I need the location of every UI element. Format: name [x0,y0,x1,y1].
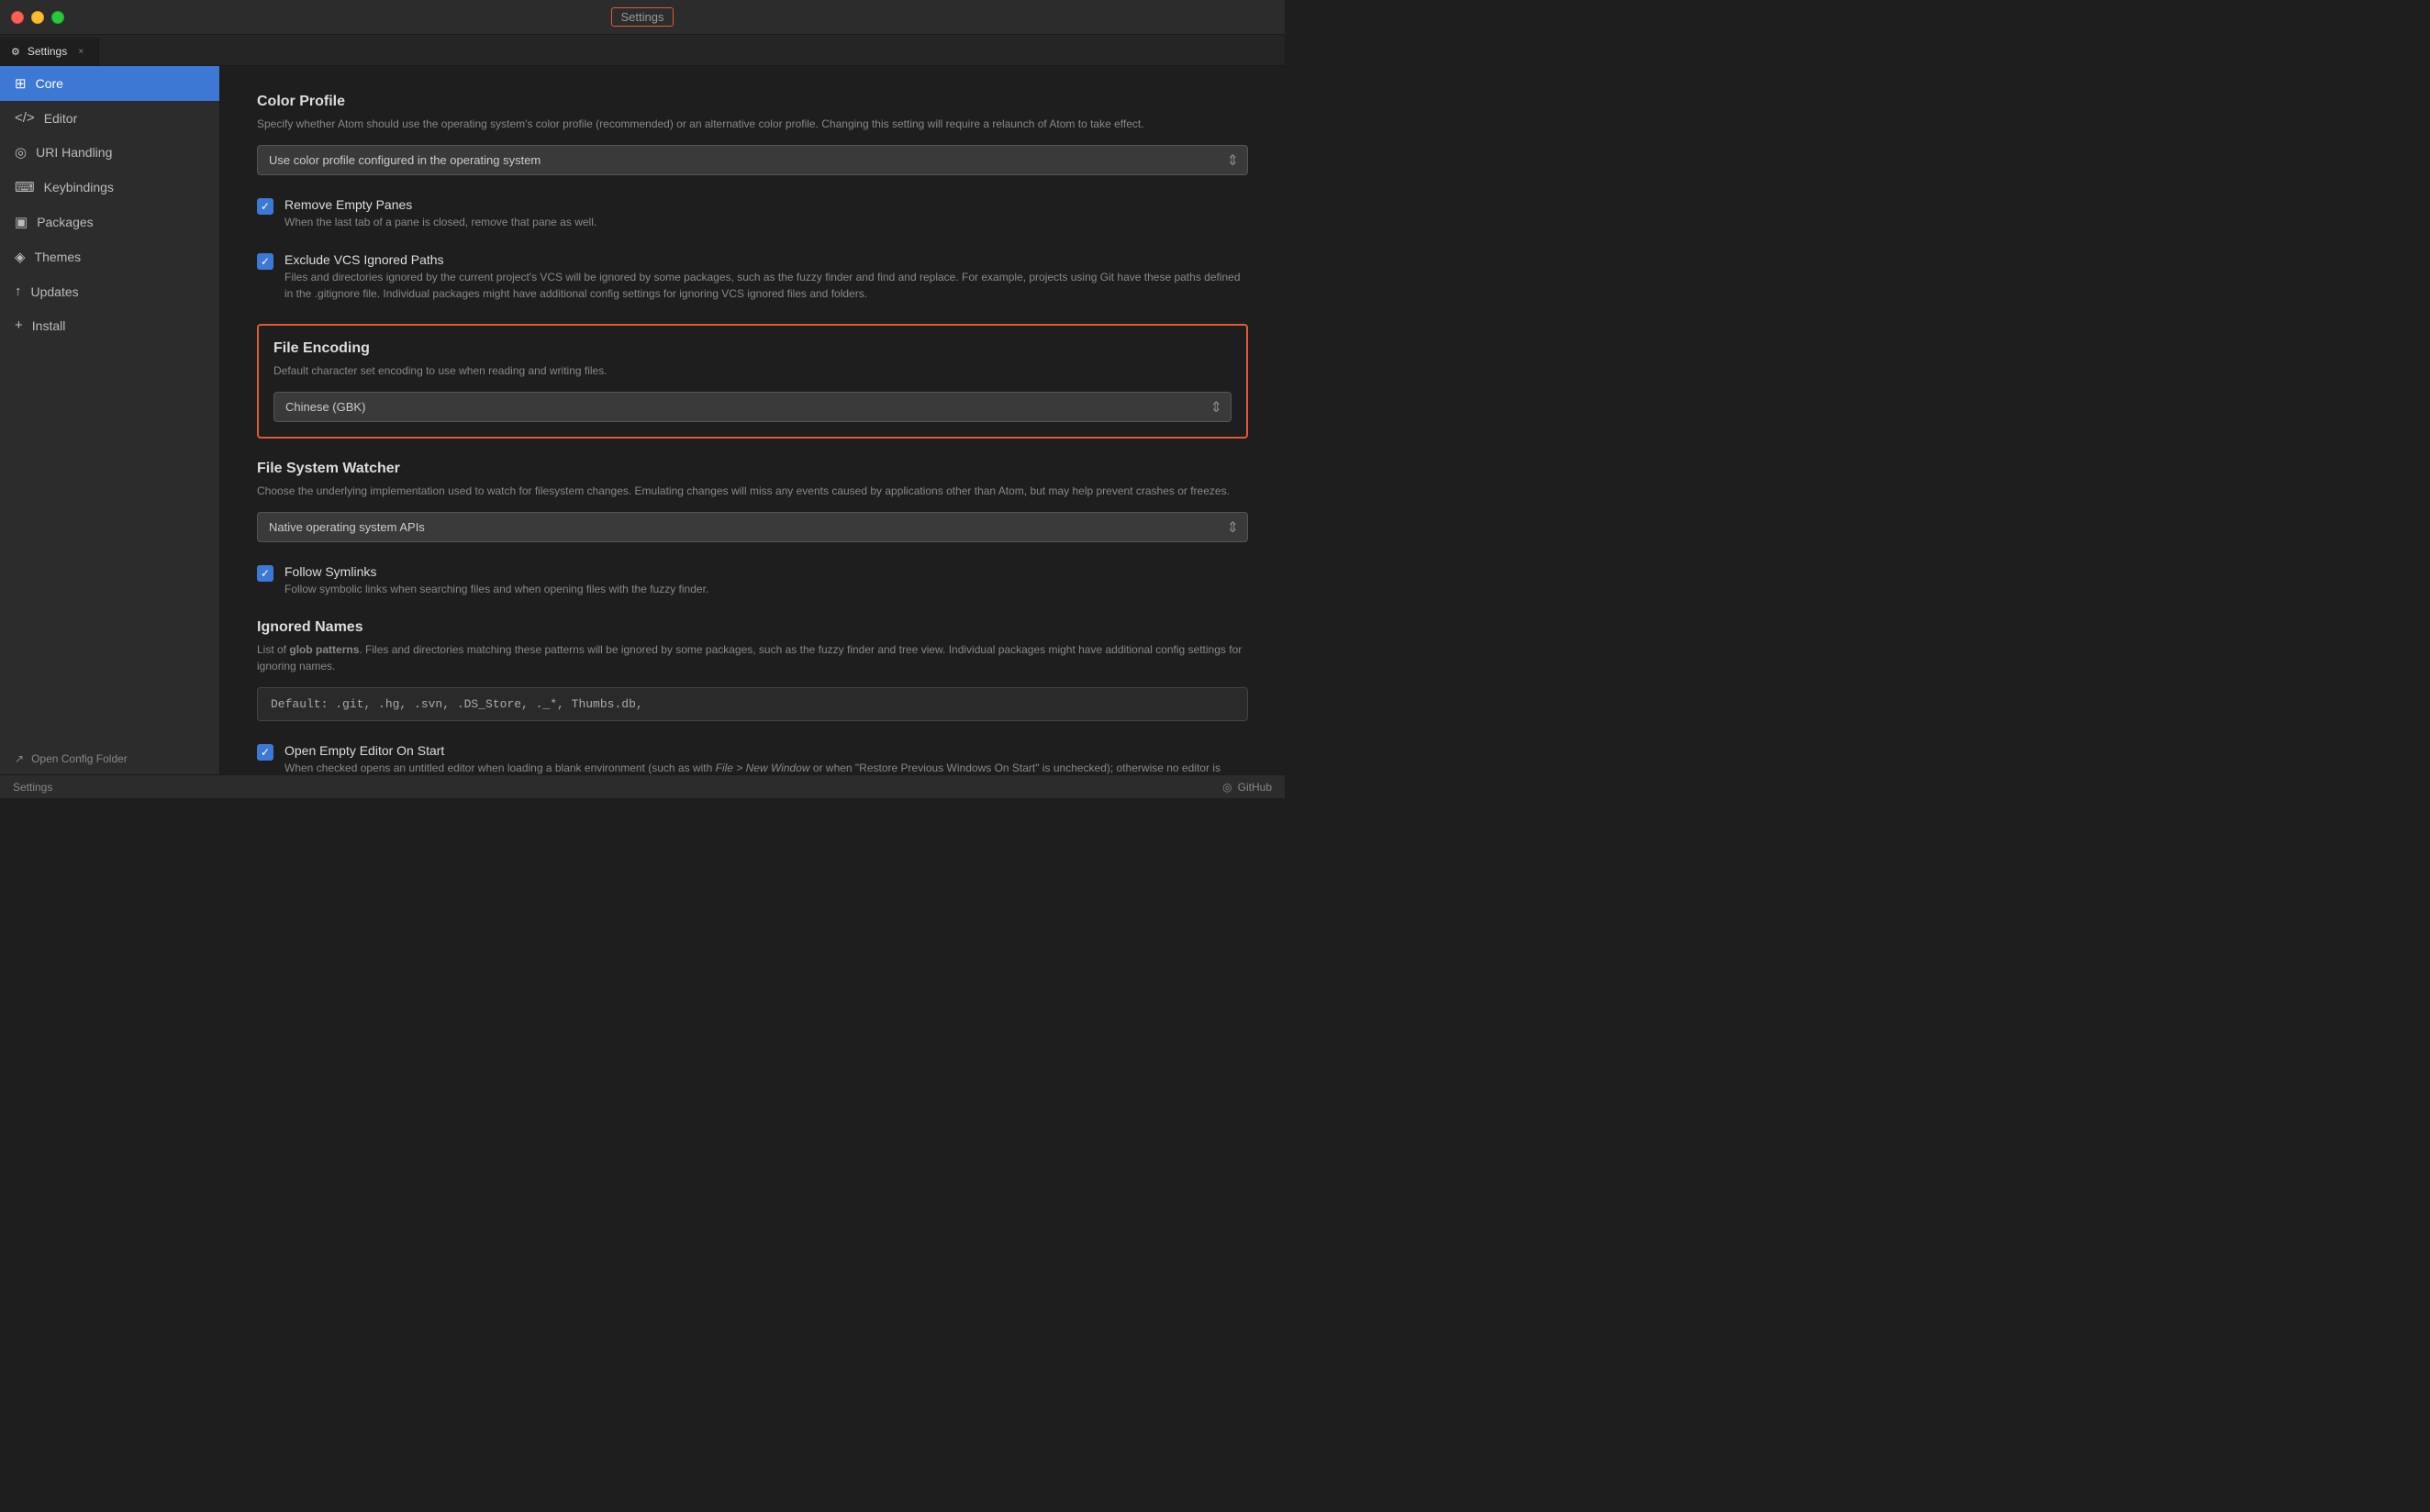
uri-icon: ◎ [15,144,27,161]
sidebar-item-install[interactable]: + Install [0,308,219,342]
remove-empty-panes-desc: When the last tab of a pane is closed, r… [284,214,596,230]
follow-symlinks-content: Follow Symlinks Follow symbolic links wh… [284,564,708,597]
sidebar-item-packages-label: Packages [37,215,93,229]
exclude-vcs-label: Exclude VCS Ignored Paths [284,252,1248,267]
status-left: Settings [13,781,52,794]
remove-empty-panes-section: ✓ Remove Empty Panes When the last tab o… [257,197,1248,230]
sidebar-item-keybindings[interactable]: ⌨ Keybindings [0,170,219,205]
ignored-names-desc-suffix: . Files and directories matching these p… [257,643,1242,673]
core-icon: ⊞ [15,75,27,92]
traffic-lights [11,11,64,24]
settings-tab-icon: ⚙ [11,46,20,58]
ignored-names-desc: List of glob patterns. Files and directo… [257,641,1248,674]
sidebar-item-keybindings-label: Keybindings [44,180,114,195]
open-empty-editor-desc: When checked opens an untitled editor wh… [284,760,1248,774]
file-system-watcher-select[interactable]: Native operating system APIs [257,512,1248,542]
file-encoding-select-wrapper: Chinese (GBK) ⇕ [273,392,1232,422]
remove-empty-panes-label: Remove Empty Panes [284,197,596,212]
follow-symlinks-section: ✓ Follow Symlinks Follow symbolic links … [257,564,1248,597]
file-system-watcher-title: File System Watcher [257,461,1248,477]
remove-empty-panes-content: Remove Empty Panes When the last tab of … [284,197,596,230]
install-icon: + [15,317,23,333]
open-empty-editor-section: ✓ Open Empty Editor On Start When checke… [257,743,1248,774]
title-bar: Settings [0,0,1285,35]
sidebar-item-editor[interactable]: </> Editor [0,101,219,135]
open-empty-editor-label: Open Empty Editor On Start [284,743,1248,758]
status-right: ◎ GitHub [1222,781,1272,794]
sidebar-item-themes-label: Themes [35,250,82,264]
color-profile-desc: Specify whether Atom should use the oper… [257,116,1248,132]
sidebar-item-themes[interactable]: ◈ Themes [0,239,219,274]
sidebar-item-install-label: Install [32,318,66,333]
color-profile-section: Color Profile Specify whether Atom shoul… [257,94,1248,175]
packages-icon: ▣ [15,214,28,230]
open-config-label: Open Config Folder [31,752,128,765]
sidebar-item-uri-handling[interactable]: ◎ URI Handling [0,135,219,170]
follow-symlinks-checkbox[interactable]: ✓ [257,565,273,582]
file-encoding-section: File Encoding Default character set enco… [257,324,1248,439]
themes-icon: ◈ [15,249,26,265]
sidebar-item-core-label: Core [36,76,63,91]
sidebar-item-uri-label: URI Handling [36,145,112,160]
file-encoding-title: File Encoding [273,340,1232,357]
github-label: GitHub [1238,781,1272,794]
file-system-watcher-select-wrapper: Native operating system APIs ⇕ [257,512,1248,542]
ignored-names-section: Ignored Names List of glob patterns. Fil… [257,619,1248,721]
file-system-watcher-section: File System Watcher Choose the underlyin… [257,461,1248,542]
ignored-names-desc-prefix: List of [257,643,289,656]
exclude-vcs-content: Exclude VCS Ignored Paths Files and dire… [284,252,1248,302]
follow-symlinks-desc: Follow symbolic links when searching fil… [284,581,708,597]
github-icon: ◎ [1222,781,1232,794]
sidebar-item-packages[interactable]: ▣ Packages [0,205,219,239]
sidebar-item-updates[interactable]: ↑ Updates [0,274,219,308]
open-config-folder[interactable]: ↗ Open Config Folder [0,743,219,774]
settings-tab[interactable]: ⚙ Settings × [0,38,99,65]
exclude-vcs-row: ✓ Exclude VCS Ignored Paths Files and di… [257,252,1248,302]
sidebar: ⊞ Core </> Editor ◎ URI Handling ⌨ Keybi… [0,66,220,774]
remove-empty-panes-row: ✓ Remove Empty Panes When the last tab o… [257,197,1248,230]
updates-icon: ↑ [15,284,22,299]
sidebar-item-editor-label: Editor [44,111,78,126]
color-profile-select-wrapper: Use color profile configured in the oper… [257,145,1248,175]
exclude-vcs-desc: Files and directories ignored by the cur… [284,269,1248,302]
open-empty-editor-desc-prefix: When checked opens an untitled editor wh… [284,762,716,774]
close-button[interactable] [11,11,24,24]
open-config-icon: ↗ [15,752,24,765]
file-system-watcher-desc: Choose the underlying implementation use… [257,483,1248,499]
ignored-names-title: Ignored Names [257,619,1248,636]
open-empty-editor-checkbox[interactable]: ✓ [257,744,273,761]
file-encoding-desc: Default character set encoding to use wh… [273,362,1232,379]
settings-tab-close[interactable]: × [74,45,87,58]
minimize-button[interactable] [31,11,44,24]
settings-tab-label: Settings [28,45,67,58]
exclude-vcs-section: ✓ Exclude VCS Ignored Paths Files and di… [257,252,1248,302]
file-encoding-select[interactable]: Chinese (GBK) [273,392,1232,422]
main-container: ⊞ Core </> Editor ◎ URI Handling ⌨ Keybi… [0,66,1285,774]
follow-symlinks-row: ✓ Follow Symlinks Follow symbolic links … [257,564,1248,597]
sidebar-spacer [0,342,219,743]
remove-empty-panes-checkbox[interactable]: ✓ [257,198,273,215]
editor-icon: </> [15,110,35,126]
open-empty-editor-desc-em: File > New Window [716,762,810,774]
ignored-names-glob-bold: glob patterns [289,643,359,656]
open-empty-editor-row: ✓ Open Empty Editor On Start When checke… [257,743,1248,774]
maximize-button[interactable] [51,11,64,24]
ignored-names-input[interactable] [257,687,1248,721]
follow-symlinks-label: Follow Symlinks [284,564,708,579]
content-area[interactable]: Color Profile Specify whether Atom shoul… [220,66,1285,774]
color-profile-select[interactable]: Use color profile configured in the oper… [257,145,1248,175]
keybindings-icon: ⌨ [15,179,35,195]
window-title: Settings [611,7,674,27]
sidebar-item-updates-label: Updates [31,284,79,299]
open-empty-editor-content: Open Empty Editor On Start When checked … [284,743,1248,774]
exclude-vcs-checkbox[interactable]: ✓ [257,253,273,270]
status-bar: Settings ◎ GitHub [0,774,1285,798]
color-profile-title: Color Profile [257,94,1248,110]
tab-bar: ⚙ Settings × [0,35,1285,66]
sidebar-item-core[interactable]: ⊞ Core [0,66,219,101]
